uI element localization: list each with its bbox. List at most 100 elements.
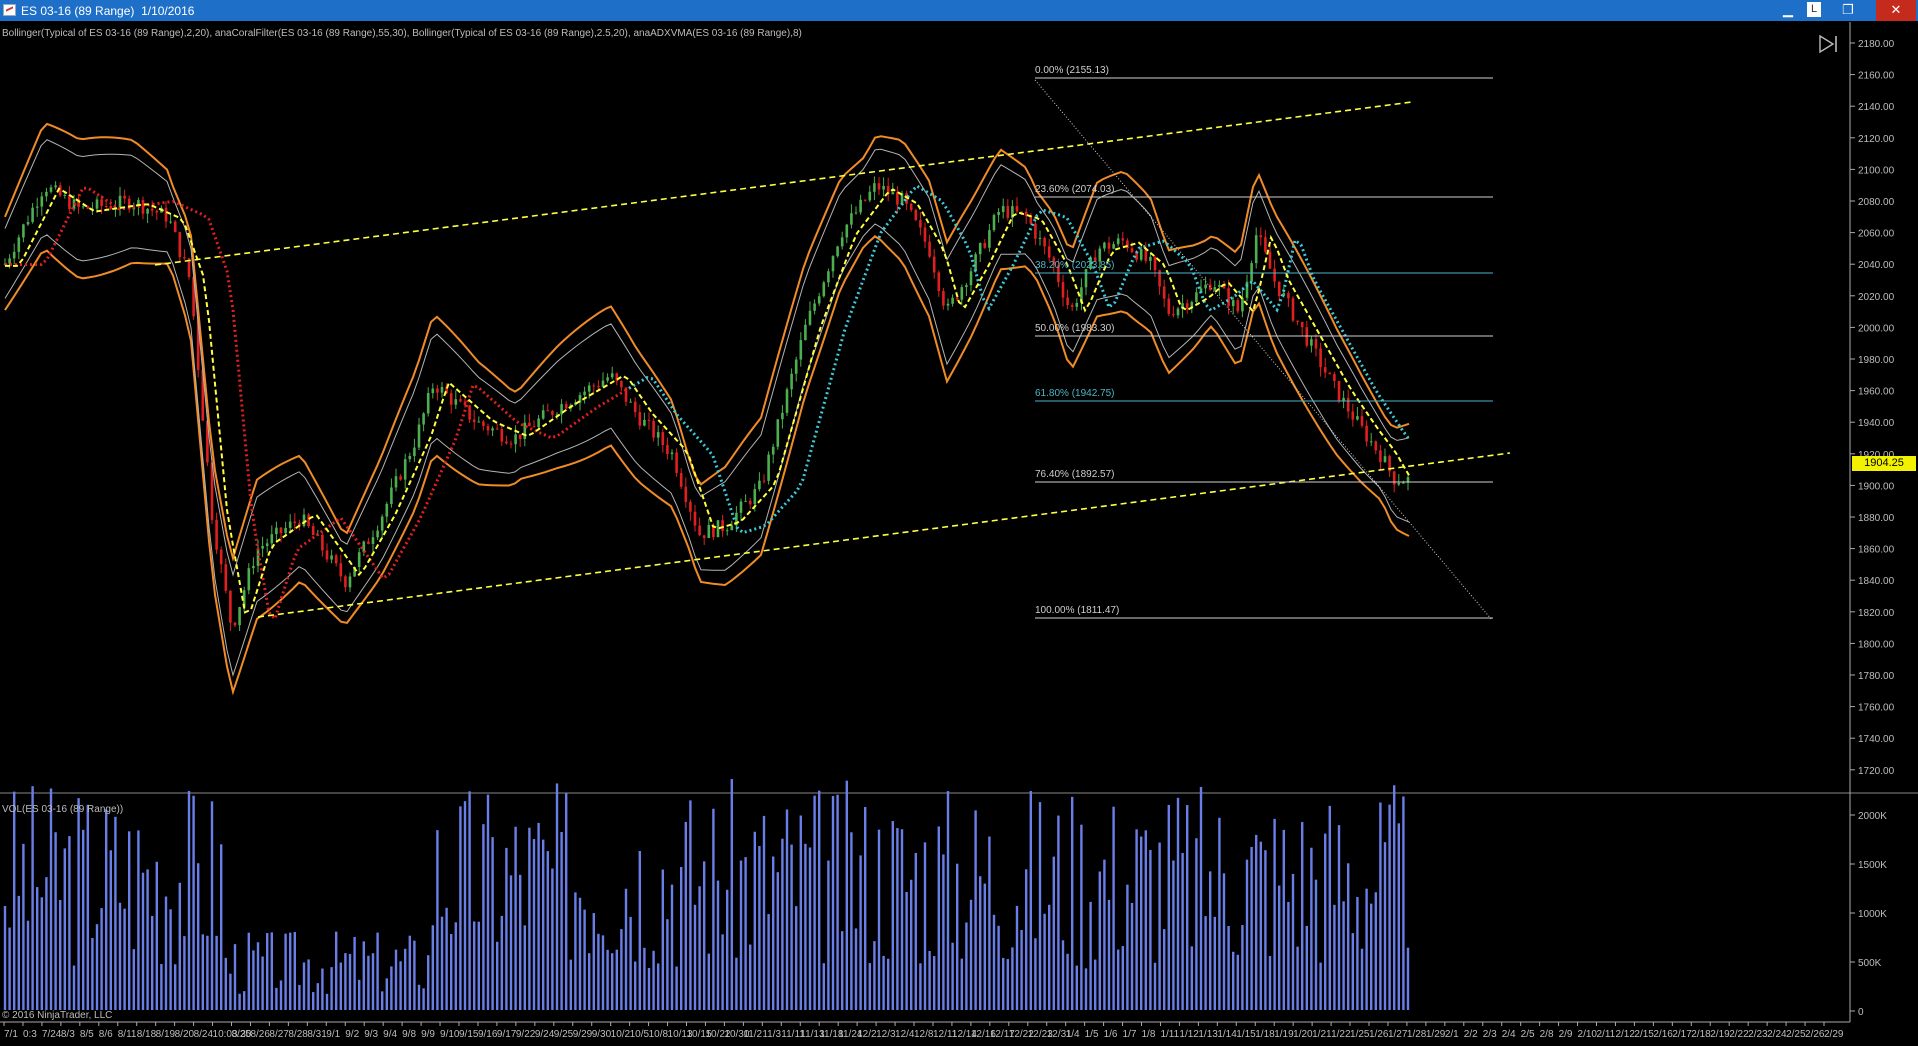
price-tick-label: 1800.00 [1858, 639, 1895, 650]
candle-body [1121, 238, 1125, 241]
candle-body [367, 541, 370, 544]
volume-bar [459, 806, 462, 1010]
candle-body [486, 425, 490, 431]
candle-body [1130, 248, 1134, 252]
volume-bar [49, 788, 53, 1010]
candle-body [960, 287, 964, 300]
volume-bar [680, 866, 683, 1010]
candle-body [1369, 441, 1373, 443]
volume-bar [560, 831, 563, 1010]
candle-body [1392, 471, 1396, 485]
volume-bar [427, 955, 430, 1010]
time-tick-label: 8/19 [156, 1029, 176, 1040]
volume-bar [822, 963, 825, 1010]
candle-body [1296, 320, 1299, 322]
volume-bar [1015, 905, 1019, 1010]
volume-bar [1011, 947, 1014, 1010]
volume-bar [887, 958, 890, 1010]
volume-bar [486, 794, 490, 1010]
volume-bar [1181, 852, 1184, 1010]
volume-bar [445, 907, 448, 1010]
candle-body [1208, 284, 1212, 290]
volume-bar [59, 900, 62, 1010]
volume-bar [293, 932, 296, 1010]
volume-bar [279, 980, 283, 1010]
candle-body [808, 310, 812, 325]
candle-body [17, 237, 21, 252]
volume-bar [40, 897, 43, 1010]
copyright-text: © 2016 NinjaTrader, LLC [2, 1010, 113, 1021]
volume-bar [698, 886, 701, 1010]
candle-body [403, 459, 407, 480]
volume-bar [509, 875, 513, 1010]
volume-bar [496, 941, 499, 1010]
volume-bar [105, 809, 108, 1010]
volume-bar [1370, 903, 1373, 1010]
time-tick-label: 8/26 [250, 1029, 270, 1040]
volume-bar [634, 961, 637, 1010]
time-tick-label: 2/2 [1464, 1029, 1478, 1040]
volume-bar [1071, 796, 1074, 1010]
price-tick-label: 2060.00 [1858, 229, 1895, 240]
candle-body [100, 199, 103, 207]
volume-bar [463, 801, 467, 1010]
candle-body [1185, 303, 1189, 309]
volume-bar [1020, 930, 1023, 1010]
candle-body [1116, 238, 1120, 245]
candle-body [169, 221, 172, 223]
volume-bar [1025, 869, 1028, 1010]
candle-body [693, 511, 697, 526]
volume-bar [523, 925, 526, 1010]
price-tick-label: 1960.00 [1858, 387, 1895, 398]
volume-bar [1153, 962, 1157, 1010]
price-tick-label: 1820.00 [1858, 608, 1895, 619]
volume-bar [362, 941, 365, 1010]
candle-body [275, 527, 278, 535]
volume-bar [928, 951, 931, 1010]
time-tick-label: 9/9 [421, 1029, 435, 1040]
time-tick-label: 1/12 [1179, 1029, 1199, 1040]
volume-bar [54, 832, 57, 1010]
candle-body [265, 543, 269, 546]
time-tick-label: 10/2 [611, 1029, 631, 1040]
fib-level-label: 0.00% (2155.13) [1035, 65, 1109, 76]
play-step-icon[interactable] [1818, 34, 1840, 54]
volume-bar [468, 791, 471, 1010]
volume-bar [316, 983, 319, 1010]
candle-body [339, 563, 343, 577]
volume-bar [726, 889, 729, 1010]
volume-bar [813, 795, 816, 1010]
volume-tick-label: 2000K [1858, 811, 1887, 822]
volume-bar [652, 950, 655, 1010]
candle-body [1319, 348, 1322, 368]
volume-bar [1195, 838, 1198, 1010]
volume-bar [997, 925, 1000, 1010]
volume-bar [183, 936, 186, 1010]
volume-bar [1066, 953, 1069, 1010]
time-tick-label: 1/20 [1293, 1029, 1313, 1040]
volume-bar [569, 959, 572, 1010]
volume-bar [850, 832, 853, 1010]
chart-canvas[interactable]: 2180.00 2160.00 2140.00 2120.00 2100.00 2080.… [0, 0, 1918, 1046]
candle-body [1356, 416, 1359, 420]
candle-body [1162, 286, 1166, 299]
volume-bar [505, 847, 508, 1010]
time-tick-label: 1/28 [1407, 1029, 1427, 1040]
candle-body [482, 421, 485, 426]
time-tick-label: 2/22 [1729, 1029, 1749, 1040]
volume-bar [629, 916, 632, 1010]
price-tick-label: 2140.00 [1858, 102, 1895, 113]
candle-body [123, 195, 126, 199]
volume-bar [1084, 968, 1088, 1010]
price-tick-label: 1760.00 [1858, 703, 1895, 714]
fib-level-label: 23.60% (2074.03) [1035, 184, 1115, 195]
time-tick-label: 2/17 [1672, 1029, 1692, 1040]
volume-bar [335, 931, 338, 1010]
volume-bar [1107, 899, 1111, 1010]
candle-body [215, 519, 218, 550]
price-tick-label: 2100.00 [1858, 165, 1895, 176]
candle-body [146, 208, 149, 214]
volume-bar [519, 874, 522, 1010]
candle-body [684, 486, 688, 502]
volume-bar [620, 929, 623, 1010]
